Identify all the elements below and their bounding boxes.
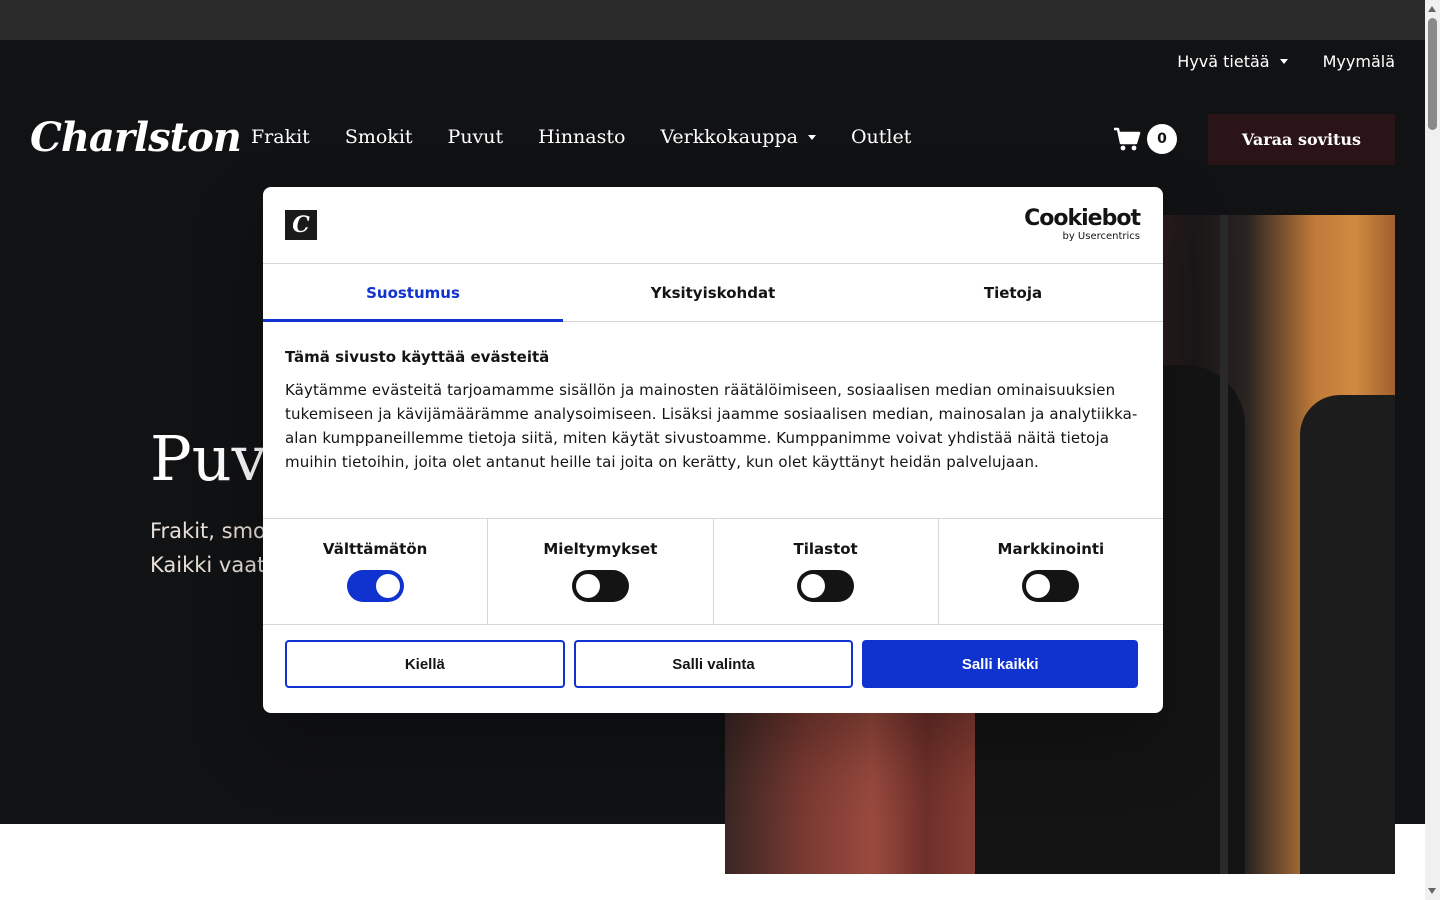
nav-item-hinnasto[interactable]: Hinnasto — [538, 126, 625, 148]
switch-knob — [1026, 574, 1051, 598]
site-logo[interactable]: Charlston — [30, 114, 242, 161]
necessary-switch[interactable] — [346, 570, 404, 602]
good-to-know-menu[interactable]: Hyvä tietää — [1177, 52, 1288, 71]
cart-icon — [1114, 127, 1141, 151]
dialog-tabs: Suostumus Yksityiskohdat Tietoja — [263, 264, 1163, 322]
toggle-marketing: Markkinointi — [939, 519, 1163, 624]
cookiebot-byline: by Usercentrics — [1062, 231, 1140, 242]
tab-consent[interactable]: Suostumus — [263, 264, 563, 322]
cookiebot-name: Cookiebot — [1024, 206, 1141, 231]
nav-item-smokit[interactable]: Smokit — [345, 126, 413, 148]
allow-all-button[interactable]: Salli kaikki — [862, 640, 1139, 688]
allow-selection-button[interactable]: Salli valinta — [573, 640, 854, 688]
nav-item-label: Frakit — [251, 126, 310, 148]
dialog-actions: Kiellä Salli valinta Salli kaikki — [263, 625, 1163, 688]
nav-item-label: Puvut — [447, 126, 504, 148]
dialog-header: C Cookiebot by Usercentrics — [263, 187, 1163, 264]
nav-item-label: Smokit — [344, 126, 413, 148]
toggle-preferences: Mieltymykset — [488, 519, 714, 624]
dialog-title: Tämä sivusto käyttää evästeitä — [285, 348, 550, 366]
store-link[interactable]: Myymälä — [1323, 52, 1395, 71]
toggle-statistics: Tilastot — [714, 519, 939, 624]
top-utility-nav: Hyvä tietää Myymälä — [1177, 52, 1395, 71]
toggle-label: Markkinointi — [997, 540, 1105, 558]
marketing-switch[interactable] — [1022, 570, 1080, 602]
dialog-text: Käytämme evästeitä tarjoamamme sisällön … — [285, 381, 1138, 471]
hero-subtitle-line: Kaikki vaat — [150, 553, 266, 577]
store-label: Myymälä — [1322, 52, 1395, 71]
photo-mirror-frame — [1220, 215, 1228, 874]
nav-item-outlet[interactable]: Outlet — [851, 126, 911, 148]
statistics-switch[interactable] — [797, 570, 855, 602]
scroll-up-icon[interactable] — [1428, 6, 1436, 12]
scroll-thumb[interactable] — [1428, 18, 1437, 130]
switch-knob — [801, 574, 826, 598]
site-logo-icon: C — [285, 210, 317, 240]
main-nav: Frakit Smokit Puvut Hinnasto Verkkokaupp… — [251, 126, 911, 148]
consent-toggles: Välttämätön Mieltymykset Tilastot Markki… — [263, 519, 1163, 625]
nav-item-label: Verkkokauppa — [660, 126, 798, 148]
hero-subtitle-line: Frakit, smo — [150, 519, 266, 543]
preferences-switch[interactable] — [571, 570, 629, 602]
tab-details[interactable]: Yksityiskohdat — [563, 264, 863, 321]
toggle-label: Välttämätön — [322, 540, 428, 558]
hero-subtitle: Frakit, smo Kaikki vaat — [150, 514, 266, 582]
tab-about[interactable]: Tietoja — [863, 264, 1163, 321]
browser-top-bar — [0, 0, 1440, 40]
book-fitting-button[interactable]: Varaa sovitus — [1208, 114, 1395, 165]
switch-knob — [575, 574, 600, 598]
good-to-know-label: Hyvä tietää — [1177, 52, 1270, 71]
nav-item-label: Hinnasto — [538, 126, 626, 148]
nav-item-label: Outlet — [850, 126, 912, 148]
photo-suit-reflection — [1300, 395, 1395, 874]
deny-button[interactable]: Kiellä — [285, 640, 565, 688]
toggle-label: Mieltymykset — [543, 540, 658, 558]
chevron-down-icon — [807, 134, 816, 140]
scroll-down-icon[interactable] — [1428, 888, 1436, 894]
toggle-label: Tilastot — [793, 540, 858, 558]
cart-button[interactable]: 0 — [1113, 124, 1177, 154]
cookie-consent-dialog: C Cookiebot by Usercentrics Suostumus Yk… — [263, 187, 1163, 713]
nav-item-verkkokauppa[interactable]: Verkkokauppa — [660, 126, 816, 148]
toggle-necessary: Välttämätön — [263, 519, 489, 624]
nav-item-frakit[interactable]: Frakit — [251, 126, 310, 148]
chevron-down-icon — [1279, 59, 1288, 64]
page-scrollbar[interactable] — [1425, 0, 1440, 900]
cart-count-badge: 0 — [1147, 124, 1177, 154]
nav-item-puvut[interactable]: Puvut — [448, 126, 504, 148]
dialog-body: Tämä sivusto käyttää evästeitä Käytämme … — [263, 322, 1163, 519]
cookiebot-logo[interactable]: Cookiebot by Usercentrics — [1024, 206, 1141, 243]
switch-knob — [375, 574, 400, 598]
